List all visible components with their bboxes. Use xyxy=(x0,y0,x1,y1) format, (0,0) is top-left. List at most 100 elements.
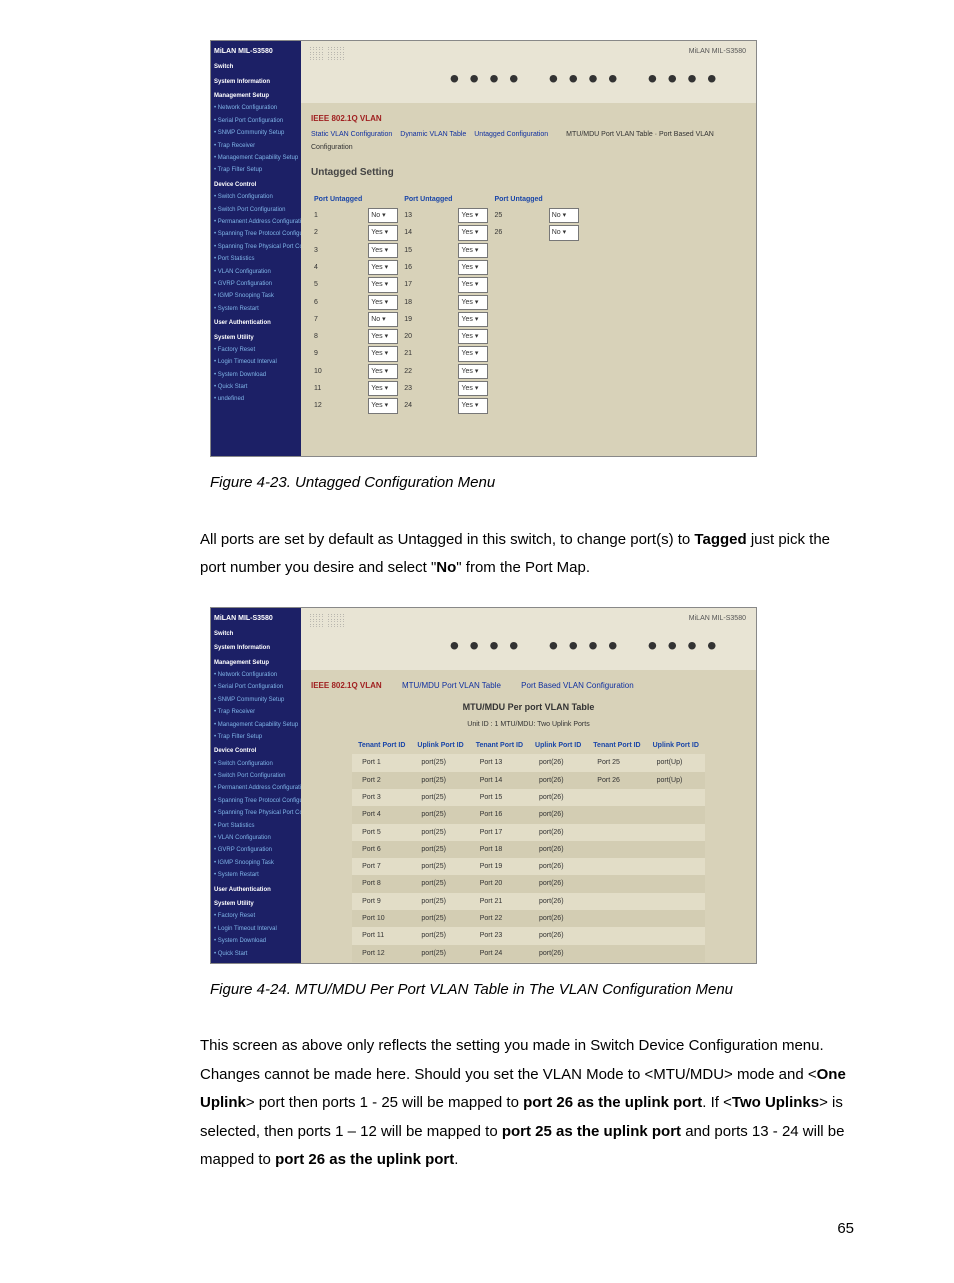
untagged-select[interactable]: Yes ▾ xyxy=(368,295,398,310)
sidebar-item[interactable]: • Management Capability Setup xyxy=(214,153,298,164)
untagged-select[interactable]: Yes ▾ xyxy=(368,346,398,361)
sidebar-item[interactable]: • Trap Filter Setup xyxy=(214,732,298,743)
sidebar-item[interactable]: • Spanning Tree Protocol Configuration xyxy=(214,796,298,807)
untagged-select[interactable]: Yes ▾ xyxy=(458,277,488,292)
sidebar-item[interactable]: • Port Statistics xyxy=(214,821,298,832)
sidebar-item[interactable]: • SNMP Community Setup xyxy=(214,128,298,139)
tab-8021q[interactable]: IEEE 802.1Q VLAN xyxy=(311,678,382,693)
table-row: 12Yes ▾24Yes ▾ xyxy=(311,397,582,414)
paragraph: This screen as above only reflects the s… xyxy=(200,1032,854,1175)
untagged-select[interactable]: Yes ▾ xyxy=(458,346,488,361)
sidebar-item[interactable]: • Trap Receiver xyxy=(214,707,298,718)
sidebar-item[interactable]: • System Download xyxy=(214,370,298,381)
table-row: 3Yes ▾15Yes ▾ xyxy=(311,242,582,259)
table-row: 8Yes ▾20Yes ▾ xyxy=(311,328,582,345)
figure-caption: Figure 4-23. Untagged Configuration Menu xyxy=(210,469,854,498)
untagged-select[interactable]: Yes ▾ xyxy=(368,364,398,379)
untagged-select[interactable]: No ▾ xyxy=(549,208,579,223)
untagged-select[interactable]: Yes ▾ xyxy=(368,329,398,344)
untagged-select[interactable]: Yes ▾ xyxy=(458,329,488,344)
sidebar-item[interactable]: • Trap Receiver xyxy=(214,141,298,152)
untagged-select[interactable]: No ▾ xyxy=(368,208,398,223)
untagged-select[interactable]: Yes ▾ xyxy=(458,208,488,223)
sidebar-item[interactable]: • Spanning Tree Physical Port Configurat… xyxy=(214,242,298,253)
tab-port-based[interactable]: Port Based VLAN Configuration xyxy=(521,678,634,693)
untagged-select[interactable]: Yes ▾ xyxy=(368,381,398,396)
banner: ::::: :::::: ::::: :::::: ::::: :::::: •… xyxy=(301,608,756,671)
sidebar-item[interactable]: • Factory Reset xyxy=(214,345,298,356)
table-row: 1No ▾13Yes ▾25No ▾ xyxy=(311,207,582,224)
content-area: IEEE 802.1Q VLAN Static VLAN Configurati… xyxy=(301,103,756,456)
screenshot-mtu-mdu-table: MiLAN MIL-S3580 Switch System Informatio… xyxy=(210,607,757,964)
table-row: 10Yes ▾22Yes ▾ xyxy=(311,363,582,380)
sidebar-item[interactable]: • Spanning Tree Physical Port Configurat… xyxy=(214,808,298,819)
paragraph: All ports are set by default as Untagged… xyxy=(200,526,854,583)
untagged-select[interactable]: Yes ▾ xyxy=(458,364,488,379)
sidebar-item[interactable]: • Quick Start xyxy=(214,382,298,393)
untagged-select[interactable]: Yes ▾ xyxy=(458,381,488,396)
sidebar-item[interactable]: • GVRP Configuration xyxy=(214,845,298,856)
table-row: Port 11port(25)Port 23port(26) xyxy=(352,927,705,944)
untagged-select[interactable]: No ▾ xyxy=(368,312,398,327)
sublinks: Static VLAN Configuration Dynamic VLAN T… xyxy=(311,128,746,155)
sidebar: MiLAN MIL-S3580 Switch System Informatio… xyxy=(211,608,301,963)
sidebar-item[interactable]: • Serial Port Configuration xyxy=(214,116,298,127)
sidebar-item[interactable]: • Serial Port Configuration xyxy=(214,682,298,693)
table-title: MTU/MDU Per port VLAN Table xyxy=(311,699,746,716)
sidebar-item[interactable]: • VLAN Configuration xyxy=(214,267,298,278)
sidebar-item[interactable]: • Switch Port Configuration xyxy=(214,205,298,216)
table-row: 4Yes ▾16Yes ▾ xyxy=(311,259,582,276)
sidebar-item[interactable]: • Switch Configuration xyxy=(214,759,298,770)
sidebar-item[interactable]: • IGMP Snooping Task xyxy=(214,858,298,869)
sidebar-item[interactable]: • GVRP Configuration xyxy=(214,279,298,290)
untagged-select[interactable]: Yes ▾ xyxy=(458,225,488,240)
untagged-select[interactable]: Yes ▾ xyxy=(458,398,488,413)
sidebar-item[interactable]: • Spanning Tree Protocol Configuration xyxy=(214,229,298,240)
untagged-select[interactable]: Yes ▾ xyxy=(368,277,398,292)
untagged-select[interactable]: Yes ▾ xyxy=(368,398,398,413)
untagged-select[interactable]: Yes ▾ xyxy=(458,295,488,310)
table-row: Port 4port(25)Port 16port(26) xyxy=(352,806,705,823)
sidebar-item[interactable]: • SNMP Community Setup xyxy=(214,695,298,706)
untagged-select[interactable]: Yes ▾ xyxy=(458,243,488,258)
sidebar-item[interactable]: • System Download xyxy=(214,936,298,947)
sidebar-item[interactable]: • System Restart xyxy=(214,304,298,315)
untagged-select[interactable]: Yes ▾ xyxy=(368,260,398,275)
breadcrumb: IEEE 802.1Q VLAN xyxy=(311,111,746,126)
sidebar-item[interactable]: • Login Timeout Interval xyxy=(214,924,298,935)
untagged-select[interactable]: Yes ▾ xyxy=(368,243,398,258)
sidebar-item[interactable]: • VLAN Configuration xyxy=(214,833,298,844)
content-area: IEEE 802.1Q VLAN MTU/MDU Port VLAN Table… xyxy=(301,670,756,963)
untagged-select[interactable]: No ▾ xyxy=(549,225,579,240)
tab-mtu-mdu[interactable]: MTU/MDU Port VLAN Table xyxy=(402,678,501,693)
sidebar-item[interactable]: • Network Configuration xyxy=(214,103,298,114)
table-row: 6Yes ▾18Yes ▾ xyxy=(311,294,582,311)
sidebar-item[interactable]: • Port Statistics xyxy=(214,254,298,265)
table-row: Port 5port(25)Port 17port(26) xyxy=(352,824,705,841)
table-row: 5Yes ▾17Yes ▾ xyxy=(311,276,582,293)
sidebar-item[interactable]: • Factory Reset xyxy=(214,911,298,922)
sidebar-item[interactable]: • IGMP Snooping Task xyxy=(214,291,298,302)
sidebar-item[interactable]: • Switch Port Configuration xyxy=(214,771,298,782)
sidebar-item[interactable]: • Trap Filter Setup xyxy=(214,165,298,176)
sidebar: MiLAN MIL-S3580 Switch System Informatio… xyxy=(211,41,301,456)
table-row: Port 12port(25)Port 24port(26) xyxy=(352,945,705,962)
sidebar-item[interactable]: • System Restart xyxy=(214,870,298,881)
banner: ::::: :::::: ::::: :::::: ::::: :::::: •… xyxy=(301,41,756,104)
untagged-select[interactable]: Yes ▾ xyxy=(458,312,488,327)
sidebar-item[interactable]: • Management Capability Setup xyxy=(214,720,298,731)
sidebar-item[interactable]: • Permanent Address Configuration xyxy=(214,217,298,228)
sidebar-item[interactable]: • undefined xyxy=(214,961,298,963)
table-row: Port 8port(25)Port 20port(26) xyxy=(352,875,705,892)
sidebar-item[interactable]: • undefined xyxy=(214,394,298,405)
sidebar-item[interactable]: • Permanent Address Configuration xyxy=(214,783,298,794)
figure-caption: Figure 4-24. MTU/MDU Per Port VLAN Table… xyxy=(210,976,854,1005)
untagged-select[interactable]: Yes ▾ xyxy=(368,225,398,240)
untagged-select[interactable]: Yes ▾ xyxy=(458,260,488,275)
sidebar-item[interactable]: • Switch Configuration xyxy=(214,192,298,203)
table-row: 7No ▾19Yes ▾ xyxy=(311,311,582,328)
table-row: Port 2port(25)Port 14port(26)Port 26port… xyxy=(352,772,705,789)
sidebar-item[interactable]: • Login Timeout Interval xyxy=(214,357,298,368)
sidebar-item[interactable]: • Network Configuration xyxy=(214,670,298,681)
sidebar-item[interactable]: • Quick Start xyxy=(214,949,298,960)
